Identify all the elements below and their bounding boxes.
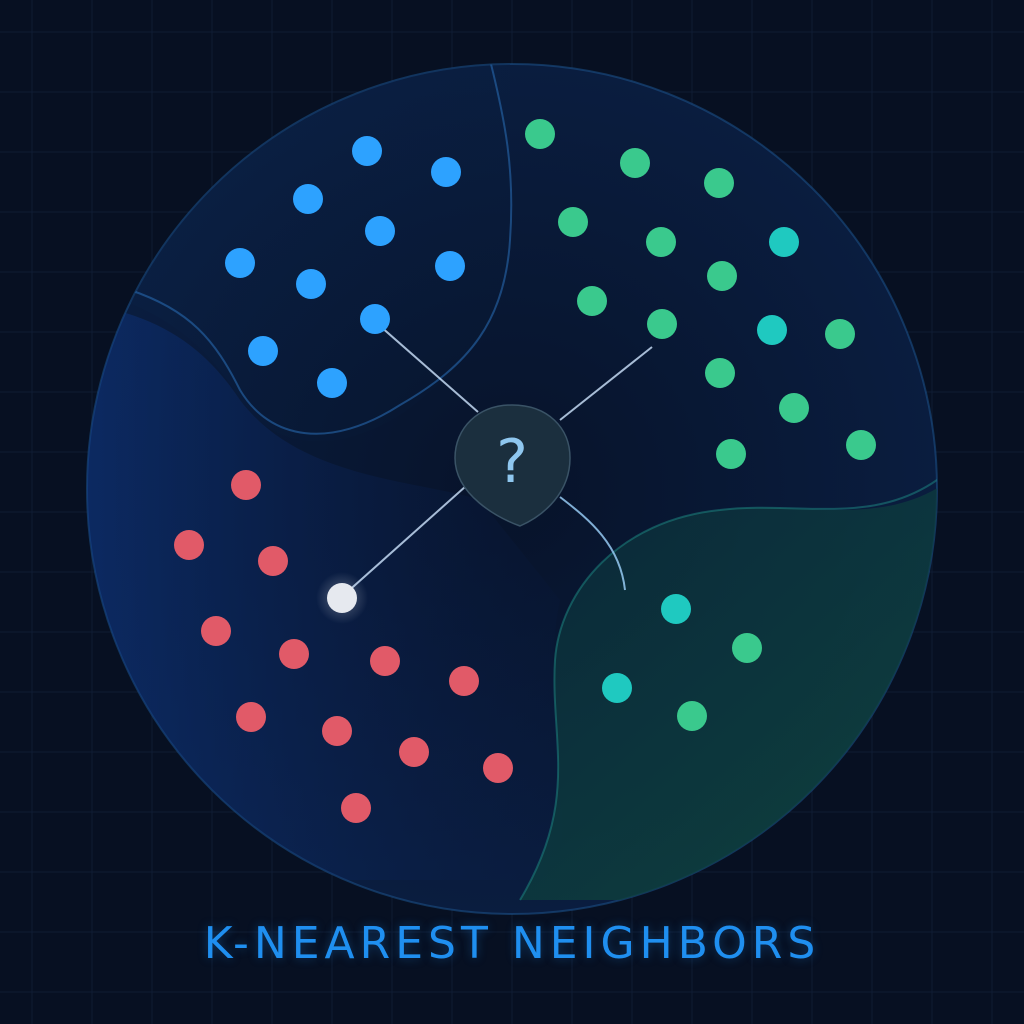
red-data-point bbox=[341, 793, 371, 823]
green-data-point bbox=[779, 393, 809, 423]
green-data-point bbox=[558, 207, 588, 237]
green-data-point bbox=[707, 261, 737, 291]
blue-data-point bbox=[352, 136, 382, 166]
teal-data-point bbox=[661, 594, 691, 624]
green-data-point bbox=[732, 633, 762, 663]
green-data-point bbox=[647, 309, 677, 339]
page-title: K-NEAREST NEIGHBORS bbox=[203, 918, 821, 969]
green-data-point bbox=[705, 358, 735, 388]
blue-data-point bbox=[293, 184, 323, 214]
knn-diagram: ? bbox=[0, 0, 1024, 1024]
blue-data-point bbox=[431, 157, 461, 187]
green-data-point bbox=[704, 168, 734, 198]
red-data-point bbox=[279, 639, 309, 669]
red-data-point bbox=[231, 470, 261, 500]
neighbor-point bbox=[327, 583, 357, 613]
red-data-point bbox=[370, 646, 400, 676]
highlighted-neighbor bbox=[316, 572, 368, 624]
red-data-point bbox=[174, 530, 204, 560]
green-data-point bbox=[577, 286, 607, 316]
green-data-point bbox=[825, 319, 855, 349]
red-data-point bbox=[322, 716, 352, 746]
green-data-point bbox=[525, 119, 555, 149]
green-data-point bbox=[620, 148, 650, 178]
teal-data-point bbox=[769, 227, 799, 257]
query-symbol: ? bbox=[496, 427, 528, 497]
red-data-point bbox=[258, 546, 288, 576]
blue-data-point bbox=[365, 216, 395, 246]
green-data-point bbox=[677, 701, 707, 731]
blue-data-point bbox=[360, 304, 390, 334]
blue-data-point bbox=[296, 269, 326, 299]
red-data-point bbox=[201, 616, 231, 646]
green-data-point bbox=[846, 430, 876, 460]
teal-data-point bbox=[602, 673, 632, 703]
blue-data-point bbox=[317, 368, 347, 398]
red-data-point bbox=[236, 702, 266, 732]
red-data-point bbox=[399, 737, 429, 767]
blue-data-point bbox=[248, 336, 278, 366]
green-data-point bbox=[646, 227, 676, 257]
teal-data-point bbox=[757, 315, 787, 345]
green-data-point bbox=[716, 439, 746, 469]
red-data-point bbox=[483, 753, 513, 783]
blue-data-point bbox=[435, 251, 465, 281]
knn-illustration: ? K-NEAREST NEIGHBORS bbox=[0, 0, 1024, 1024]
blue-data-point bbox=[225, 248, 255, 278]
red-data-point bbox=[449, 666, 479, 696]
